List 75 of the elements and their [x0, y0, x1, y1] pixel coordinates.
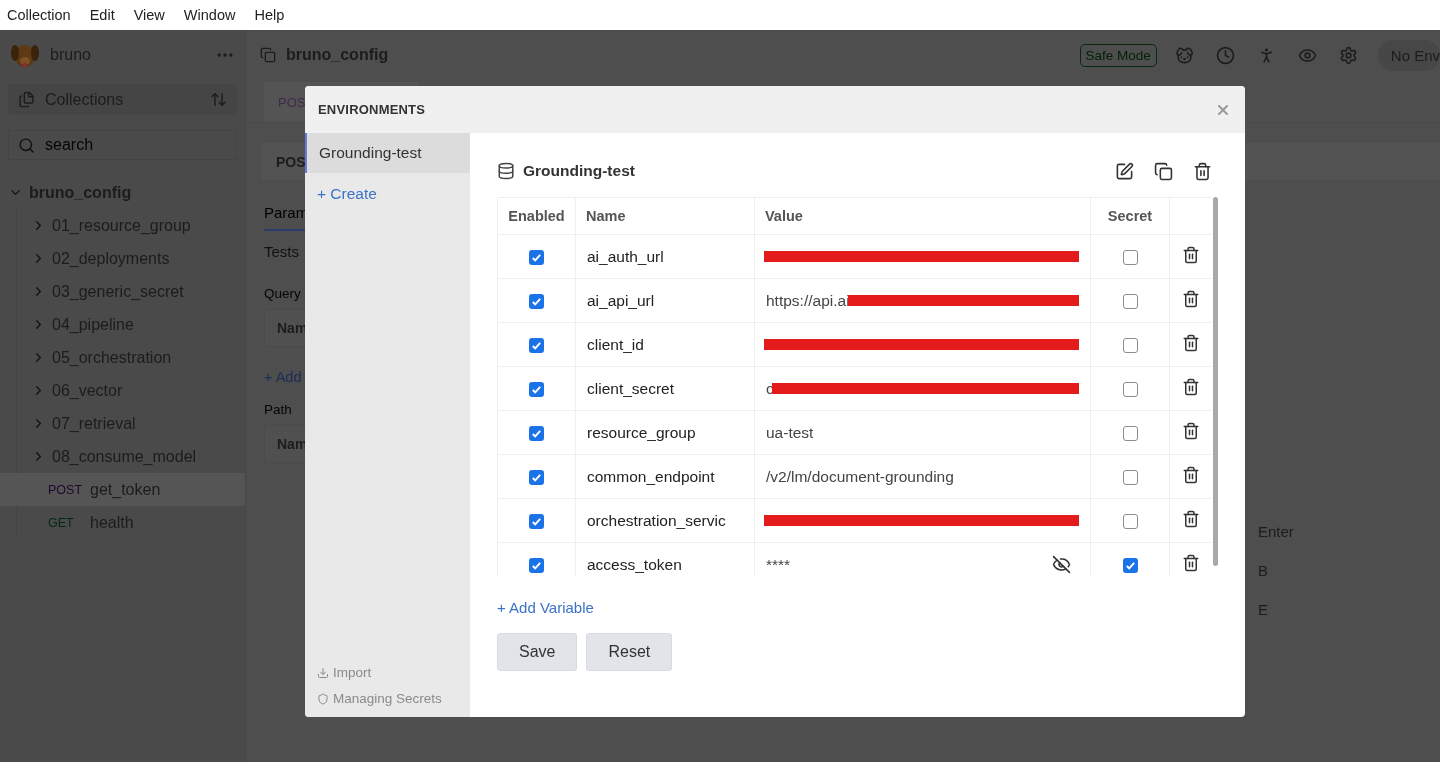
checkbox[interactable]	[1122, 337, 1138, 353]
checkbox[interactable]	[529, 337, 544, 353]
menu-item[interactable]: Window	[183, 7, 236, 23]
checkbox[interactable]	[529, 513, 544, 529]
trash-icon[interactable]	[1181, 465, 1200, 484]
variable-value[interactable]: ua-test	[766, 423, 814, 442]
checkbox[interactable]	[529, 249, 544, 265]
checkbox[interactable]	[529, 425, 544, 441]
variable-name[interactable]: ai_api_url	[587, 291, 655, 309]
column-header: Value	[754, 197, 1091, 235]
checkbox[interactable]	[529, 557, 544, 573]
http-method: GET	[48, 515, 75, 530]
dialog-title: ENVIRONMENTS	[318, 102, 426, 117]
trash-icon[interactable]	[1181, 289, 1200, 308]
create-link[interactable]: + Create	[305, 173, 470, 203]
http-method: POST	[48, 482, 84, 497]
variable-value[interactable]: ****	[766, 555, 791, 574]
database-icon	[497, 162, 515, 180]
copy-icon[interactable]	[1154, 161, 1173, 181]
menu-item[interactable]: Collection	[7, 7, 71, 23]
variable-name[interactable]: client_id	[587, 335, 644, 353]
checkbox[interactable]	[1122, 469, 1138, 485]
section-label: Path	[264, 402, 293, 417]
checkmark-icon	[531, 339, 542, 351]
edit-icon[interactable]	[1115, 161, 1134, 181]
menu-item[interactable]: View	[133, 7, 165, 23]
reset-button[interactable]: Reset	[586, 633, 673, 671]
checkbox[interactable]	[1122, 425, 1138, 441]
menu-item[interactable]: Help	[254, 7, 285, 23]
column-header: Secret	[1090, 197, 1170, 235]
shield-icon	[317, 692, 329, 705]
trash-icon[interactable]	[1181, 421, 1200, 440]
trash-icon[interactable]	[1193, 161, 1212, 181]
search-icon	[18, 137, 35, 154]
checkmark-icon	[531, 559, 542, 571]
variable-name[interactable]: client_secret	[587, 379, 674, 397]
hidden-eye-icon[interactable]	[1052, 555, 1071, 574]
collections-icon	[18, 91, 35, 108]
trash-icon[interactable]	[1181, 245, 1200, 264]
checkmark-icon	[531, 383, 542, 395]
menu-item[interactable]: Edit	[89, 7, 115, 23]
trash-icon[interactable]	[1181, 333, 1200, 352]
checkmark-icon	[531, 251, 542, 263]
checkbox[interactable]	[1122, 557, 1138, 573]
checkmark-icon	[531, 471, 542, 483]
add-variable-link[interactable]: + Add Variable	[497, 599, 1218, 616]
checkmark-icon	[531, 515, 542, 527]
checkbox[interactable]	[1122, 381, 1138, 397]
search-field[interactable]: search	[8, 130, 237, 160]
collection-icon	[260, 47, 276, 63]
variable-value[interactable]: https://api.ai	[766, 291, 850, 310]
checkmark-icon	[531, 427, 542, 439]
checkbox[interactable]	[1122, 249, 1138, 265]
trash-icon[interactable]	[1181, 377, 1200, 396]
checkbox[interactable]	[529, 381, 544, 397]
variable-name[interactable]: ai_auth_url	[587, 247, 664, 265]
scrollbar[interactable]	[1213, 197, 1218, 566]
column-header: Enabled	[497, 197, 576, 235]
checkmark-icon	[531, 295, 542, 307]
import-label: Import	[333, 665, 372, 680]
save-button[interactable]: Save	[497, 633, 578, 671]
column-header: Name	[575, 197, 755, 235]
trash-icon[interactable]	[1181, 509, 1200, 528]
checkbox[interactable]	[529, 469, 544, 485]
section-label: Query	[264, 286, 302, 301]
checkmark-icon	[1124, 559, 1136, 571]
environment-item[interactable]: Grounding-test	[305, 133, 470, 173]
environment-name: Grounding-test	[523, 162, 636, 180]
checkbox[interactable]	[1122, 293, 1138, 309]
checkbox[interactable]	[1122, 513, 1138, 529]
managing-secrets-label: Managing Secrets	[333, 691, 442, 706]
download-icon	[317, 666, 329, 679]
checkbox[interactable]	[529, 293, 544, 309]
trash-icon[interactable]	[1181, 553, 1200, 572]
request-label: get_token	[90, 480, 161, 499]
